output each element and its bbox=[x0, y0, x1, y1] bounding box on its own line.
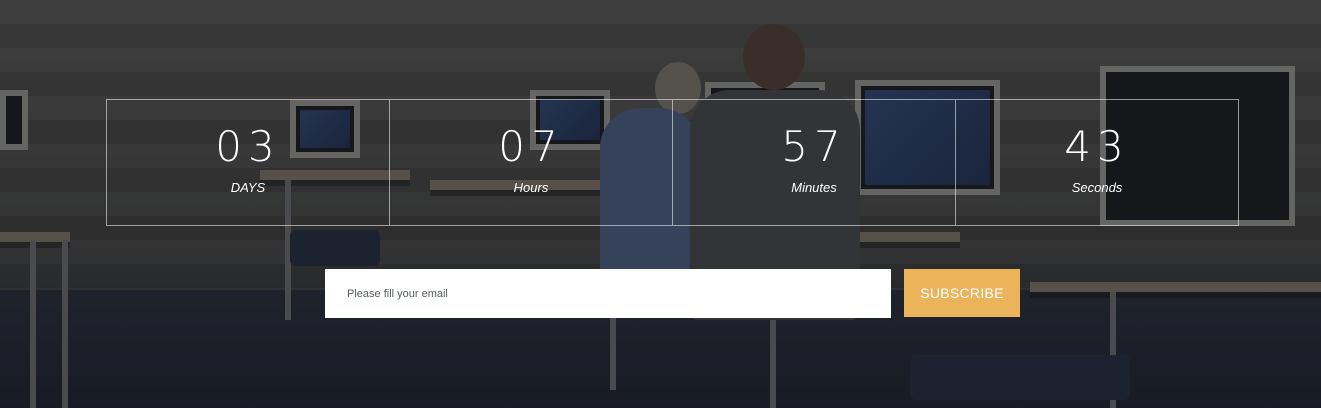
subscribe-button[interactable]: SUBSCRIBE bbox=[904, 269, 1020, 317]
countdown-timer: 03 DAYS 07 Hours 57 Minutes 43 Seconds bbox=[106, 99, 1239, 226]
seconds-label: Seconds bbox=[1071, 180, 1123, 195]
countdown-seconds: 43 Seconds bbox=[956, 100, 1238, 225]
minutes-value: 57 bbox=[781, 122, 847, 171]
minutes-label: Minutes bbox=[791, 180, 837, 195]
days-value: 03 bbox=[215, 122, 281, 171]
countdown-days: 03 DAYS bbox=[107, 100, 390, 225]
seconds-value: 43 bbox=[1064, 122, 1130, 171]
countdown-hours: 07 Hours bbox=[390, 100, 673, 225]
hours-value: 07 bbox=[498, 122, 564, 171]
email-input[interactable] bbox=[325, 269, 891, 318]
countdown-minutes: 57 Minutes bbox=[673, 100, 956, 225]
days-label: DAYS bbox=[230, 180, 266, 195]
hours-label: Hours bbox=[513, 180, 549, 195]
